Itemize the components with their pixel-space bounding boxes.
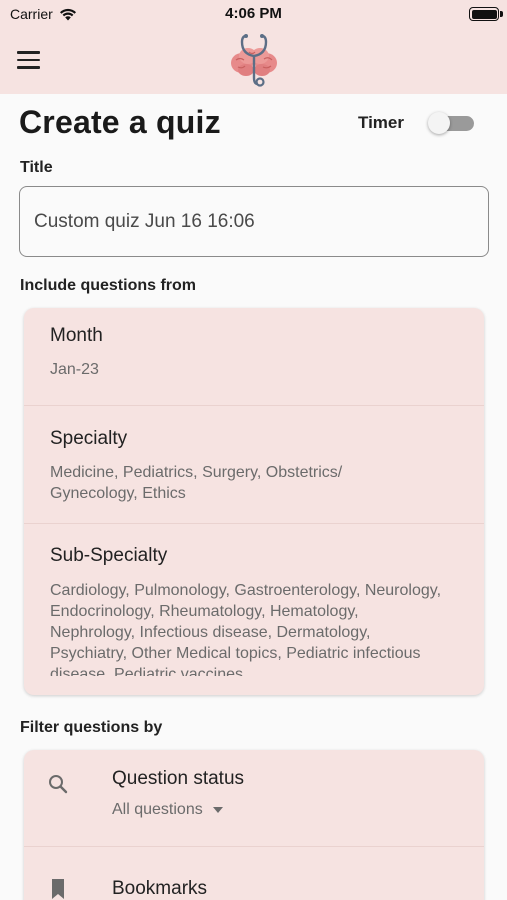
question-status-selector[interactable]: Question status All questions <box>24 750 484 847</box>
timer-toggle-thumb <box>428 112 450 134</box>
specialty-value: Medicine, Pediatrics, Surgery, Obstetric… <box>50 464 343 502</box>
battery-icon <box>469 7 499 21</box>
battery-tip <box>500 11 503 17</box>
include-card: Month Jan-23 Specialty Medicine, Pediatr… <box>24 308 484 695</box>
title-field-label: Title <box>20 159 53 176</box>
specialty-selector[interactable]: Specialty Medicine, Pediatrics, Surgery,… <box>24 405 484 523</box>
status-time: 4:06 PM <box>225 5 282 22</box>
filter-card: Question status All questions Bookmarks <box>24 750 484 900</box>
bookmarks-title: Bookmarks <box>112 878 208 899</box>
bookmark-icon <box>52 879 64 899</box>
month-title: Month <box>50 325 103 346</box>
month-value: Jan-23 <box>50 361 99 378</box>
filter-section-label: Filter questions by <box>20 719 163 736</box>
title-input[interactable] <box>19 186 489 257</box>
status-bar: Carrier 4:06 PM <box>0 0 507 28</box>
chevron-down-icon <box>212 807 223 813</box>
timer-toggle[interactable] <box>428 111 474 135</box>
brain-stethoscope-logo <box>231 34 277 87</box>
app-bar <box>0 28 507 94</box>
page-title: Create a quiz <box>19 104 221 140</box>
search-icon <box>49 775 68 794</box>
question-status-title: Question status <box>112 768 245 789</box>
sub-specialty-selector[interactable]: Sub-Specialty Cardiology, Pulmonology, G… <box>24 523 484 695</box>
question-status-dropdown[interactable]: All questions <box>112 801 223 819</box>
bookmarks-selector[interactable]: Bookmarks <box>24 847 484 900</box>
hamburger-menu-icon[interactable] <box>17 46 53 74</box>
sub-specialty-title: Sub-Specialty <box>50 545 168 566</box>
question-status-value: All questions <box>112 801 203 818</box>
include-section-label: Include questions from <box>20 277 197 294</box>
month-selector[interactable]: Month Jan-23 <box>24 308 484 405</box>
timer-label: Timer <box>358 113 404 132</box>
sub-specialty-value: Cardiology, Pulmonology, Gastroenterolog… <box>50 582 442 676</box>
specialty-title: Specialty <box>50 428 128 449</box>
